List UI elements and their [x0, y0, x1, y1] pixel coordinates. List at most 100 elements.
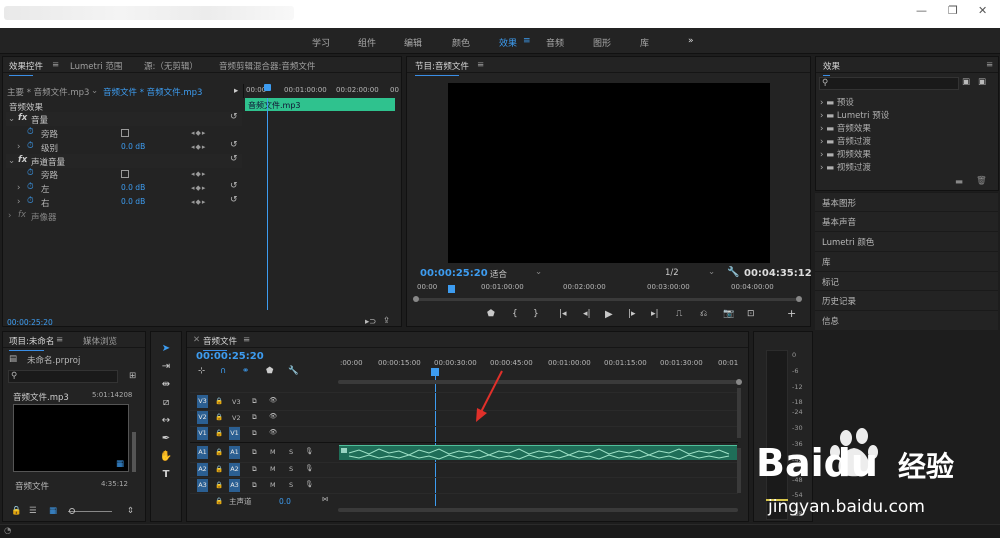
reset-icon[interactable]: ↺ [230, 195, 238, 205]
panel-libraries[interactable]: 库 [815, 251, 998, 271]
track-label-a1[interactable]: A1 [229, 446, 240, 459]
play-arrow-icon[interactable]: ▸ [234, 86, 238, 96]
sync-lock-icon[interactable]: ⧉ [252, 429, 257, 438]
tab-lumetri-scopes[interactable]: Lumetri 范围 [70, 60, 122, 72]
scrollbar-handle[interactable] [413, 296, 419, 302]
left-channel-value[interactable]: 0.0 dB [121, 183, 145, 192]
reset-icon[interactable]: ↺ [230, 181, 238, 191]
audio-clip[interactable] [339, 445, 737, 460]
keyframe-nav-icon[interactable]: ◂◆▸ [191, 170, 206, 178]
sequence-clip-label[interactable]: 音频文件 * 音频文件.mp3 [103, 86, 202, 98]
lock-icon[interactable]: 🔒 [215, 465, 223, 473]
zoom-slider-handle[interactable] [69, 508, 75, 514]
panel-menu-icon[interactable]: ≡ [986, 60, 993, 70]
workspace-tab-audio[interactable]: 音频 [546, 36, 564, 49]
audio-track-scrollbar[interactable] [737, 448, 741, 493]
project-scrollbar[interactable] [132, 432, 136, 472]
track-target-a2[interactable]: A2 [197, 463, 208, 476]
workspace-tab-graphics[interactable]: 图形 [593, 36, 611, 49]
reset-icon[interactable]: ↺ [230, 154, 238, 164]
sync-lock-icon[interactable]: ⧉ [252, 413, 257, 422]
step-forward-button[interactable]: |▸ [628, 309, 636, 319]
master-volume-value[interactable]: 0.0 [279, 497, 291, 506]
timeline-timecode[interactable]: 00:00:25:20 [196, 351, 264, 362]
stopwatch-icon[interactable]: ⏱ [27, 168, 34, 178]
clip-thumbnail[interactable]: ▦ [13, 404, 129, 472]
effects-item[interactable]: › ▬ 视频过渡 [820, 161, 871, 173]
program-timecode[interactable]: 00:00:25:20 [420, 268, 488, 279]
panel-menu-icon[interactable]: ≡ [56, 335, 63, 345]
track-label-a2[interactable]: A2 [229, 463, 240, 476]
workspace-tab-editing[interactable]: 编辑 [404, 36, 422, 49]
microphone-icon[interactable]: 🎙 [305, 447, 313, 455]
fx-icon[interactable]: fx [18, 210, 26, 220]
new-item-icon[interactable]: ⊞ [129, 371, 136, 381]
panel-lumetri-color[interactable]: Lumetri 颜色 [815, 231, 998, 251]
lock-icon[interactable]: 🔒 [215, 497, 223, 505]
solo-button[interactable]: S [289, 448, 293, 456]
track-select-tool-icon[interactable]: ⇥ [158, 361, 174, 375]
eye-icon[interactable]: 👁 [269, 412, 277, 420]
lock-icon[interactable]: 🔒 [215, 397, 223, 405]
keyframe-nav-icon[interactable]: ◂◆▸ [191, 198, 206, 206]
timeline-playhead[interactable] [431, 368, 439, 376]
selection-tool-icon[interactable]: ➤ [158, 343, 174, 357]
source-clip-label[interactable]: 主要 * 音频文件.mp3 [7, 86, 89, 98]
effects-item[interactable]: › ▬ 音频过渡 [820, 135, 871, 147]
fx-icon[interactable]: fx [18, 113, 27, 123]
export-frame-button[interactable]: 📷 [723, 309, 734, 319]
reset-icon[interactable]: ↺ [230, 140, 238, 150]
bypass-checkbox[interactable] [121, 170, 129, 178]
solo-button[interactable]: S [289, 465, 293, 473]
mute-button[interactable]: M [270, 448, 276, 456]
add-marker-icon[interactable]: ⬟ [266, 366, 273, 376]
go-to-out-button[interactable]: ▸| [651, 309, 659, 319]
track-target-v2[interactable]: V2 [197, 411, 208, 424]
microphone-icon[interactable]: 🎙 [305, 464, 313, 472]
close-button[interactable]: ✕ [978, 4, 987, 17]
stopwatch-icon[interactable]: ⏱ [27, 141, 34, 151]
stopwatch-icon[interactable]: ⏱ [27, 196, 34, 206]
workspace-tab-color[interactable]: 颜色 [452, 36, 470, 49]
panel-menu-icon[interactable]: ≡ [477, 60, 484, 70]
filter-icon[interactable]: ▸⊃ [365, 317, 376, 327]
track-label-a3[interactable]: A3 [229, 479, 240, 492]
level-value[interactable]: 0.0 dB [121, 142, 145, 151]
lock-icon[interactable]: 🔒 [11, 506, 22, 516]
quality-dropdown[interactable]: 1/2 [665, 268, 679, 278]
accelerated-effects-icon[interactable]: ▣ [962, 77, 970, 87]
timeline-ruler[interactable]: :00:00 00:00:15:00 00:00:30:00 00:00:45:… [338, 355, 740, 375]
panel-essential-sound[interactable]: 基本声音 [815, 211, 998, 231]
sort-icon[interactable]: ⇕ [127, 506, 134, 516]
panel-basic-graphics[interactable]: 基本图形 [815, 192, 998, 212]
tab-effect-controls[interactable]: 效果控件 [9, 60, 43, 76]
panel-history[interactable]: 历史记录 [815, 290, 998, 310]
track-target-v3[interactable]: V3 [197, 395, 208, 408]
scrollbar-handle[interactable] [796, 296, 802, 302]
timeline-zoom-bar[interactable] [338, 380, 738, 384]
lock-icon[interactable]: 🔒 [215, 448, 223, 456]
lock-icon[interactable]: 🔒 [215, 481, 223, 489]
go-to-end-icon[interactable]: ⋈ [322, 495, 329, 503]
program-timeline-ruler[interactable]: 00:00 00:01:00:00 00:02:00:00 00:03:00:0… [415, 282, 805, 296]
dropdown-arrow-icon[interactable]: ⌄ [535, 267, 542, 277]
new-bin-icon[interactable]: ▬ [955, 177, 963, 187]
type-tool-icon[interactable]: T [158, 469, 174, 483]
hand-tool-icon[interactable]: ✋ [158, 451, 174, 465]
expand-arrow-icon[interactable]: › [8, 211, 11, 221]
icon-view-icon[interactable]: ▦ [49, 506, 57, 516]
workspace-tab-libraries[interactable]: 库 [640, 36, 649, 49]
mute-button[interactable]: M [270, 481, 276, 489]
sequence-tab[interactable]: 音频文件 [203, 335, 237, 351]
sync-lock-icon[interactable]: ⧉ [252, 397, 257, 406]
solo-button[interactable]: S [289, 481, 293, 489]
mark-in-button[interactable]: { [512, 309, 518, 319]
panel-markers[interactable]: 标记 [815, 271, 998, 291]
delete-icon[interactable]: 🗑 [976, 176, 987, 186]
keyframe-nav-icon[interactable]: ◂◆▸ [191, 184, 206, 192]
nest-toggle-icon[interactable]: ⊹ [198, 366, 205, 376]
tab-project[interactable]: 项目:未命名 [9, 335, 54, 351]
workspace-menu-icon[interactable]: ≡ [523, 36, 531, 46]
sync-lock-icon[interactable]: ⧉ [252, 465, 257, 474]
reset-icon[interactable]: ↺ [230, 112, 238, 122]
